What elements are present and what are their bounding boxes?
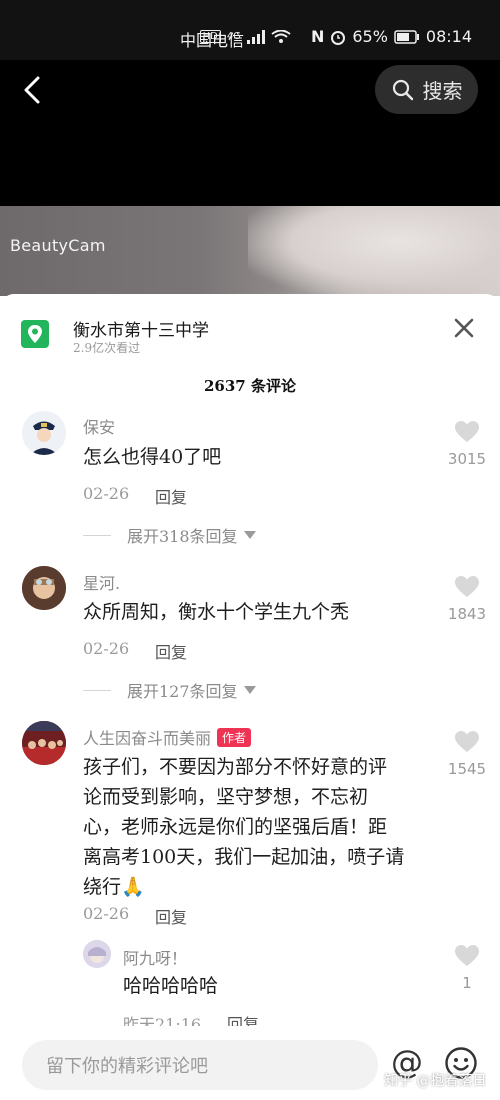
- expand-replies-label: 展开318条回复: [127, 527, 238, 546]
- nfc-icon: N: [310, 27, 325, 46]
- chevron-left-icon: [24, 76, 40, 104]
- site-watermark: 知乎 @抱着落日: [384, 1073, 487, 1089]
- reply-button[interactable]: 回复: [155, 904, 187, 928]
- reply-button[interactable]: 回复: [155, 484, 187, 508]
- like-button[interactable]: 1545: [447, 730, 487, 778]
- caret-down-icon: [243, 531, 256, 539]
- heart-icon: [455, 731, 479, 752]
- alarm-icon: [331, 30, 346, 45]
- wifi-icon: [271, 29, 291, 43]
- hd-icon: HD: [199, 30, 221, 43]
- location-title[interactable]: 衡水市第十三中学: [73, 316, 209, 341]
- comment-line: 心，老师永远是你们的坚强后盾！距: [83, 816, 388, 838]
- comment-author[interactable]: 人生因奋斗而美丽 作者: [83, 725, 252, 749]
- search-label: 搜索: [422, 79, 463, 103]
- network-type: 4G: [226, 31, 241, 42]
- comment-date: 02-26: [83, 904, 130, 923]
- expand-replies-button[interactable]: 展开318条回复: [83, 523, 256, 547]
- expand-replies-button[interactable]: 展开127条回复: [83, 678, 256, 702]
- police-avatar-icon: [22, 411, 66, 455]
- comment-line: 绕行🙏: [83, 876, 145, 898]
- status-bar: 中国电信 HD 4G N 65% 08:14: [0, 0, 500, 60]
- avatar[interactable]: [22, 411, 66, 455]
- like-count: 1843: [447, 605, 487, 623]
- battery-icon: [394, 29, 419, 44]
- back-button[interactable]: [18, 72, 50, 108]
- comment-date: 02-26: [83, 639, 130, 658]
- like-button[interactable]: 1: [447, 944, 487, 992]
- video-watermark: BeautyCam: [10, 236, 106, 255]
- author-badge: 作者: [217, 728, 252, 747]
- comment-line: 论而受到影响，坚守梦想，不忘初: [83, 786, 369, 808]
- like-button[interactable]: 1843: [447, 575, 487, 623]
- comment-date: 02-26: [83, 484, 130, 503]
- like-count: 1: [462, 974, 472, 992]
- comment-input-placeholder: 留下你的精彩评论吧: [46, 1056, 208, 1077]
- comment-input[interactable]: 留下你的精彩评论吧: [22, 1040, 378, 1090]
- heart-icon: [455, 945, 479, 966]
- user-avatar-icon: [22, 566, 66, 610]
- reply-text: 哈哈哈哈哈: [123, 975, 219, 997]
- comment-text: 孩子们，不要因为部分不怀好意的评 论而受到影响，坚守梦想，不忘初 心，老师永远是…: [83, 752, 404, 902]
- status-icons: HD 4G N 65% 08:14: [199, 27, 472, 46]
- location-pin-icon: [21, 320, 49, 348]
- clock: 08:14: [425, 27, 472, 46]
- comment-author-name: 人生因奋斗而美丽: [83, 729, 212, 748]
- comment-author[interactable]: 保安: [83, 414, 115, 438]
- anime-avatar-icon: [83, 940, 111, 968]
- like-count: 1545: [447, 760, 487, 778]
- heart-icon: [455, 576, 479, 597]
- comments-count: 2637 条评论: [204, 377, 296, 395]
- reply-button[interactable]: 回复: [155, 639, 187, 663]
- avatar[interactable]: [22, 566, 66, 610]
- expand-replies-label: 展开127条回复: [127, 682, 238, 701]
- reply-author[interactable]: 阿九呀！: [123, 945, 187, 969]
- caret-down-icon: [243, 686, 256, 694]
- comment-author[interactable]: 星河.: [83, 570, 120, 594]
- like-count: 3015: [447, 450, 487, 468]
- group-photo-avatar-icon: [22, 721, 66, 765]
- comment-text: 怎么也得40了吧: [83, 446, 222, 468]
- signal-icon: [246, 29, 265, 44]
- search-button[interactable]: 搜索: [375, 65, 478, 114]
- close-icon: [454, 318, 474, 338]
- comment-line: 孩子们，不要因为部分不怀好意的评: [83, 756, 388, 778]
- comment-line: 离高考100天，我们一起加油，喷子请: [83, 846, 405, 868]
- battery-percent: 65%: [352, 27, 388, 46]
- close-button[interactable]: [452, 316, 476, 340]
- like-button[interactable]: 3015: [447, 420, 487, 468]
- search-icon: [392, 79, 413, 100]
- avatar[interactable]: [83, 940, 111, 968]
- avatar[interactable]: [22, 721, 66, 765]
- comment-text: 众所周知，衡水十个学生九个秃: [83, 601, 350, 623]
- heart-icon: [455, 421, 479, 442]
- location-views: 2.9亿次看过: [73, 341, 141, 355]
